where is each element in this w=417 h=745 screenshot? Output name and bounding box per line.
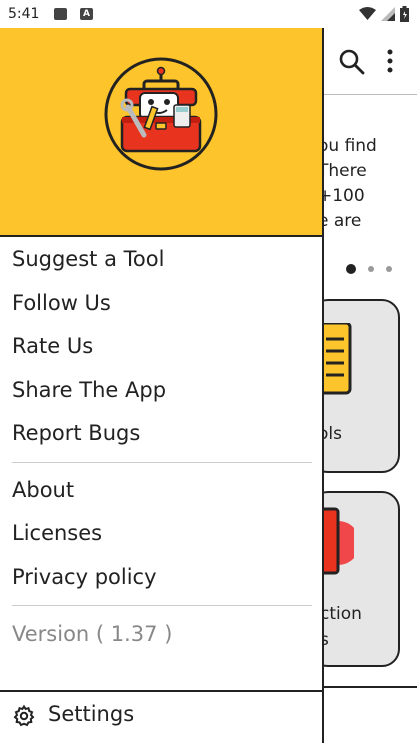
signal-icon [381, 7, 395, 21]
status-icons [359, 6, 409, 22]
page-indicator [346, 264, 392, 274]
battery-icon [400, 6, 409, 22]
wifi-icon [359, 7, 376, 20]
navigation-drawer: Suggest a Tool Follow Us Rate Us Share T… [0, 28, 324, 745]
settings-button[interactable]: Settings [0, 690, 322, 745]
drawer-menu: Suggest a Tool Follow Us Rate Us Share T… [0, 238, 322, 656]
intro-line: ou find [318, 136, 377, 156]
app-version: Version ( 1.37 ) [12, 622, 173, 646]
search-icon[interactable] [338, 48, 366, 76]
intro-line: There [318, 161, 367, 181]
gallery-notification-icon [54, 8, 67, 20]
status-time: 5:41 [8, 6, 40, 22]
intro-line: e are [318, 211, 362, 231]
intro-line: +100 [318, 186, 365, 206]
menu-rate-us[interactable]: Rate Us [0, 325, 322, 369]
menu-divider [12, 461, 312, 463]
page-dot-active [346, 264, 356, 274]
menu-licenses[interactable]: Licenses [0, 512, 322, 556]
gear-icon [13, 704, 35, 727]
menu-divider [12, 605, 312, 606]
menu-report-bugs[interactable]: Report Bugs [0, 412, 322, 456]
toolbox-robot-icon [104, 57, 218, 171]
menu-follow-us[interactable]: Follow Us [0, 282, 322, 326]
app-notification-icon: A [80, 8, 93, 20]
menu-about[interactable]: About [0, 469, 322, 513]
more-options-icon[interactable] [385, 48, 395, 74]
page-dot [368, 266, 374, 272]
page-dot [386, 266, 392, 272]
menu-share-app[interactable]: Share The App [0, 369, 322, 413]
card-label: ction [320, 604, 362, 624]
app-logo [104, 57, 218, 171]
settings-label: Settings [48, 702, 135, 726]
menu-suggest-tool[interactable]: Suggest a Tool [0, 238, 322, 282]
menu-privacy-policy[interactable]: Privacy policy [0, 556, 322, 600]
status-bar: 5:41 A [0, 0, 417, 28]
drawer-header [0, 28, 322, 237]
intro-text: ou find There +100 e are [318, 134, 417, 234]
